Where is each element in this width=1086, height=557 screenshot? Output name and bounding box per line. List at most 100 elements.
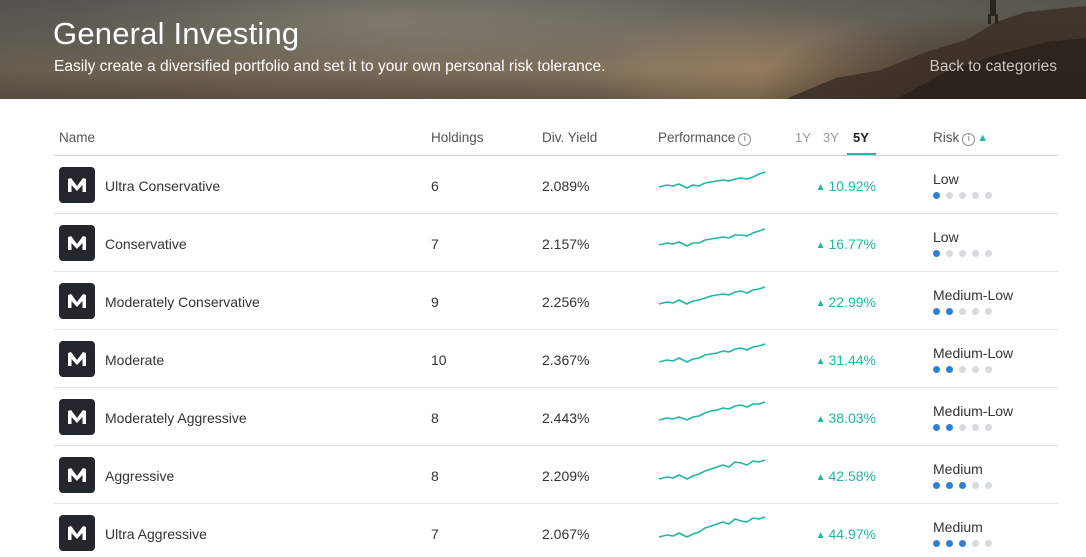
holdings-count: 8 <box>431 410 439 426</box>
risk-level-label: Medium-Low <box>933 403 1014 419</box>
risk-dot <box>959 308 966 315</box>
table-row[interactable]: Moderately Aggressive 8 2.443% ▲ 38.03% M… <box>54 388 1058 446</box>
risk-dot <box>946 366 953 373</box>
table-row[interactable]: Ultra Aggressive 7 2.067% ▲ 44.97% Medium <box>54 504 1058 557</box>
risk-dot <box>985 192 992 199</box>
performance-value: ▲ 31.44% <box>816 352 876 368</box>
risk-dot <box>959 250 966 257</box>
portfolio-name[interactable]: Ultra Conservative <box>105 178 220 194</box>
triangle-up-icon: ▲ <box>815 414 826 425</box>
triangle-up-icon: ▲ <box>815 182 826 193</box>
info-icon[interactable]: i <box>738 133 752 146</box>
column-header-risk[interactable]: Risk i ▲ <box>933 130 988 146</box>
performance-value: ▲ 16.77% <box>816 236 876 252</box>
triangle-up-icon: ▲ <box>815 356 826 367</box>
column-header-name[interactable]: Name <box>59 130 95 145</box>
column-header-holdings[interactable]: Holdings <box>431 130 484 145</box>
performance-percent: 31.44% <box>828 352 876 368</box>
risk-dot <box>946 192 953 199</box>
portfolio-name[interactable]: Aggressive <box>105 468 174 484</box>
portfolio-name[interactable]: Moderately Conservative <box>105 294 260 310</box>
back-to-categories-link[interactable]: Back to categories <box>929 58 1057 76</box>
m1-logo-icon <box>59 399 95 435</box>
m1-logo-icon <box>59 225 95 261</box>
page-title: General Investing <box>53 16 300 51</box>
portfolio-name[interactable]: Conservative <box>105 236 187 252</box>
risk-level-label: Low <box>933 171 959 187</box>
risk-dot <box>972 308 979 315</box>
performance-value: ▲ 38.03% <box>816 410 876 426</box>
table-header: Name Holdings Div. Yield Performance i 1Y… <box>54 118 1058 156</box>
portfolio-name[interactable]: Moderate <box>105 352 164 368</box>
risk-level-label: Medium-Low <box>933 345 1014 361</box>
risk-level-indicator <box>933 308 992 315</box>
column-header-div-yield[interactable]: Div. Yield <box>542 130 597 145</box>
triangle-up-icon: ▲ <box>815 240 826 251</box>
holdings-count: 7 <box>431 526 439 542</box>
dividend-yield: 2.367% <box>542 352 590 368</box>
risk-level-indicator <box>933 424 992 431</box>
risk-level-label: Low <box>933 229 959 245</box>
portfolio-name[interactable]: Moderately Aggressive <box>105 410 247 426</box>
info-icon[interactable]: i <box>962 133 976 146</box>
holdings-count: 8 <box>431 468 439 484</box>
risk-dot <box>985 250 992 257</box>
risk-dot <box>985 424 992 431</box>
table-row[interactable]: Ultra Conservative 6 2.089% ▲ 10.92% Low <box>54 156 1058 214</box>
risk-dot <box>959 424 966 431</box>
risk-level-label: Medium-Low <box>933 287 1014 303</box>
hero-landscape-image <box>786 0 1086 99</box>
performance-sparkline <box>658 401 766 421</box>
table-body: Ultra Conservative 6 2.089% ▲ 10.92% Low … <box>54 156 1058 557</box>
holdings-count: 7 <box>431 236 439 252</box>
risk-dot <box>959 366 966 373</box>
hero-banner: General Investing Easily create a divers… <box>0 0 1086 99</box>
performance-value: ▲ 44.97% <box>816 526 876 542</box>
table-row[interactable]: Moderate 10 2.367% ▲ 31.44% Medium-Low <box>54 330 1058 388</box>
period-tab-5y[interactable]: 5Y <box>853 130 869 145</box>
risk-dot <box>933 424 940 431</box>
dividend-yield: 2.157% <box>542 236 590 252</box>
performance-percent: 22.99% <box>828 294 876 310</box>
holdings-count: 6 <box>431 178 439 194</box>
risk-dot <box>933 540 940 547</box>
performance-sparkline <box>658 459 766 480</box>
risk-dot <box>972 540 979 547</box>
performance-percent: 10.92% <box>828 178 876 194</box>
table-row[interactable]: Aggressive 8 2.209% ▲ 42.58% Medium <box>54 446 1058 504</box>
performance-label: Performance <box>658 130 736 145</box>
m1-logo-icon <box>59 515 95 551</box>
dividend-yield: 2.067% <box>542 526 590 542</box>
risk-dot <box>985 482 992 489</box>
table-row[interactable]: Moderately Conservative 9 2.256% ▲ 22.99%… <box>54 272 1058 330</box>
period-tab-1y[interactable]: 1Y <box>795 130 811 145</box>
risk-dot <box>946 308 953 315</box>
m1-logo-icon <box>59 167 95 203</box>
portfolio-name[interactable]: Ultra Aggressive <box>105 526 207 542</box>
risk-dot <box>946 482 953 489</box>
performance-value: ▲ 10.92% <box>816 178 876 194</box>
performance-sparkline <box>658 343 766 363</box>
sort-ascending-icon[interactable]: ▲ <box>977 132 988 144</box>
performance-sparkline <box>658 516 766 538</box>
risk-dot <box>972 366 979 373</box>
table-row[interactable]: Conservative 7 2.157% ▲ 16.77% Low <box>54 214 1058 272</box>
column-header-performance[interactable]: Performance i <box>658 130 752 146</box>
risk-dot <box>985 308 992 315</box>
performance-percent: 38.03% <box>828 410 876 426</box>
risk-dot <box>933 482 940 489</box>
risk-dot <box>959 540 966 547</box>
triangle-up-icon: ▲ <box>815 530 826 541</box>
holdings-count: 10 <box>431 352 447 368</box>
performance-value: ▲ 22.99% <box>816 294 876 310</box>
risk-dot <box>933 192 940 199</box>
performance-percent: 16.77% <box>828 236 876 252</box>
performance-sparkline <box>658 228 766 247</box>
m1-logo-icon <box>59 457 95 493</box>
risk-dot <box>946 540 953 547</box>
risk-dot <box>985 540 992 547</box>
risk-level-indicator <box>933 250 992 257</box>
risk-level-label: Medium <box>933 461 983 477</box>
period-tab-3y[interactable]: 3Y <box>823 130 839 145</box>
risk-dot <box>972 250 979 257</box>
